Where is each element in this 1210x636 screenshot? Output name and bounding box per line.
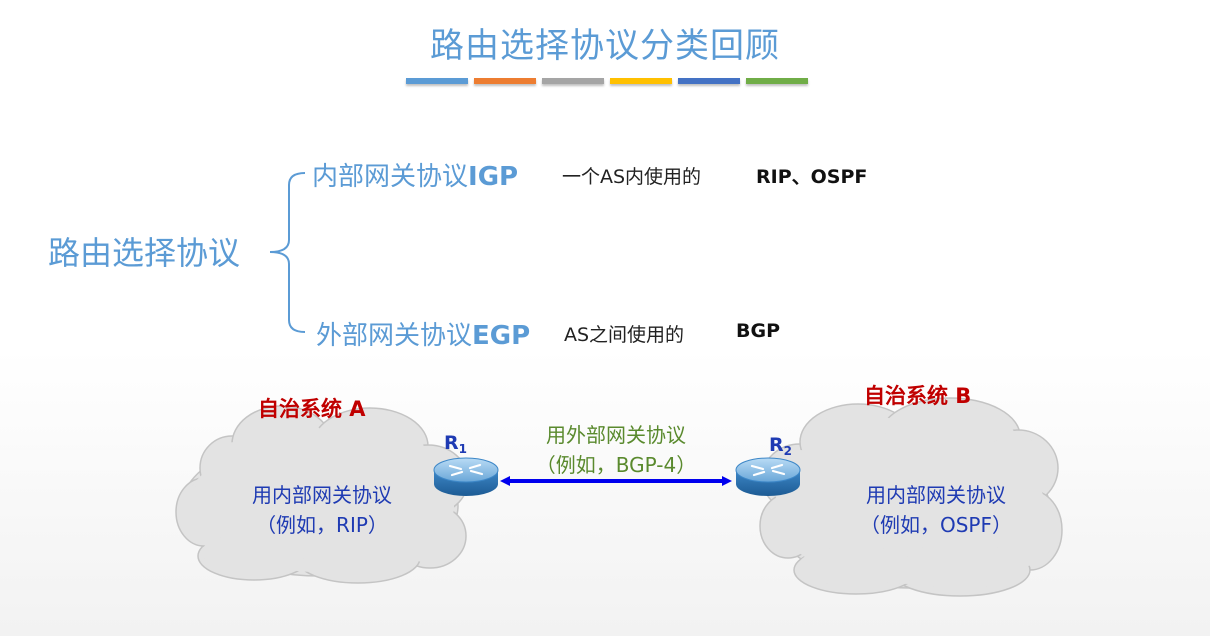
- as-a-line2: （例如，RIP）: [256, 513, 388, 537]
- igp-branch: 内部网关协议IGP: [312, 156, 518, 193]
- router-r2-label: R2: [769, 434, 792, 458]
- diagram-graphics: [175, 172, 1063, 597]
- egp-branch: 外部网关协议EGP: [316, 315, 530, 352]
- link-label: 用外部网关协议 （例如，BGP-4）: [508, 420, 724, 480]
- igp-desc: 一个AS内使用的: [562, 166, 702, 188]
- as-b-text: 用内部网关协议 （例如，OSPF）: [820, 480, 1052, 540]
- as-a-title: 自治系统 A: [258, 397, 366, 421]
- tree-brace: [269, 172, 306, 333]
- router-r2-icon: [735, 457, 801, 496]
- router-r1-icon: [433, 457, 499, 496]
- as-b-line2: （例如，OSPF）: [859, 513, 1012, 537]
- router-r1-label: R1: [444, 432, 467, 456]
- as-b-line1: 用内部网关协议: [866, 483, 1006, 507]
- as-a-line1: 用内部网关协议: [252, 483, 392, 507]
- igp-abbr: IGP: [468, 162, 519, 192]
- igp-examples: RIP、OSPF: [756, 166, 868, 188]
- link-line1: 用外部网关协议: [546, 423, 686, 447]
- as-a-text: 用内部网关协议 （例如，RIP）: [210, 480, 434, 540]
- as-b-title: 自治系统 B: [864, 384, 972, 408]
- egp-desc: AS之间使用的: [564, 324, 685, 346]
- root-label: 路由选择协议: [48, 234, 241, 272]
- egp-label: 外部网关协议: [316, 321, 473, 351]
- igp-label: 内部网关协议: [312, 162, 469, 192]
- egp-examples: BGP: [736, 320, 781, 342]
- egp-abbr: EGP: [472, 321, 531, 351]
- link-line2: （例如，BGP-4）: [535, 453, 697, 477]
